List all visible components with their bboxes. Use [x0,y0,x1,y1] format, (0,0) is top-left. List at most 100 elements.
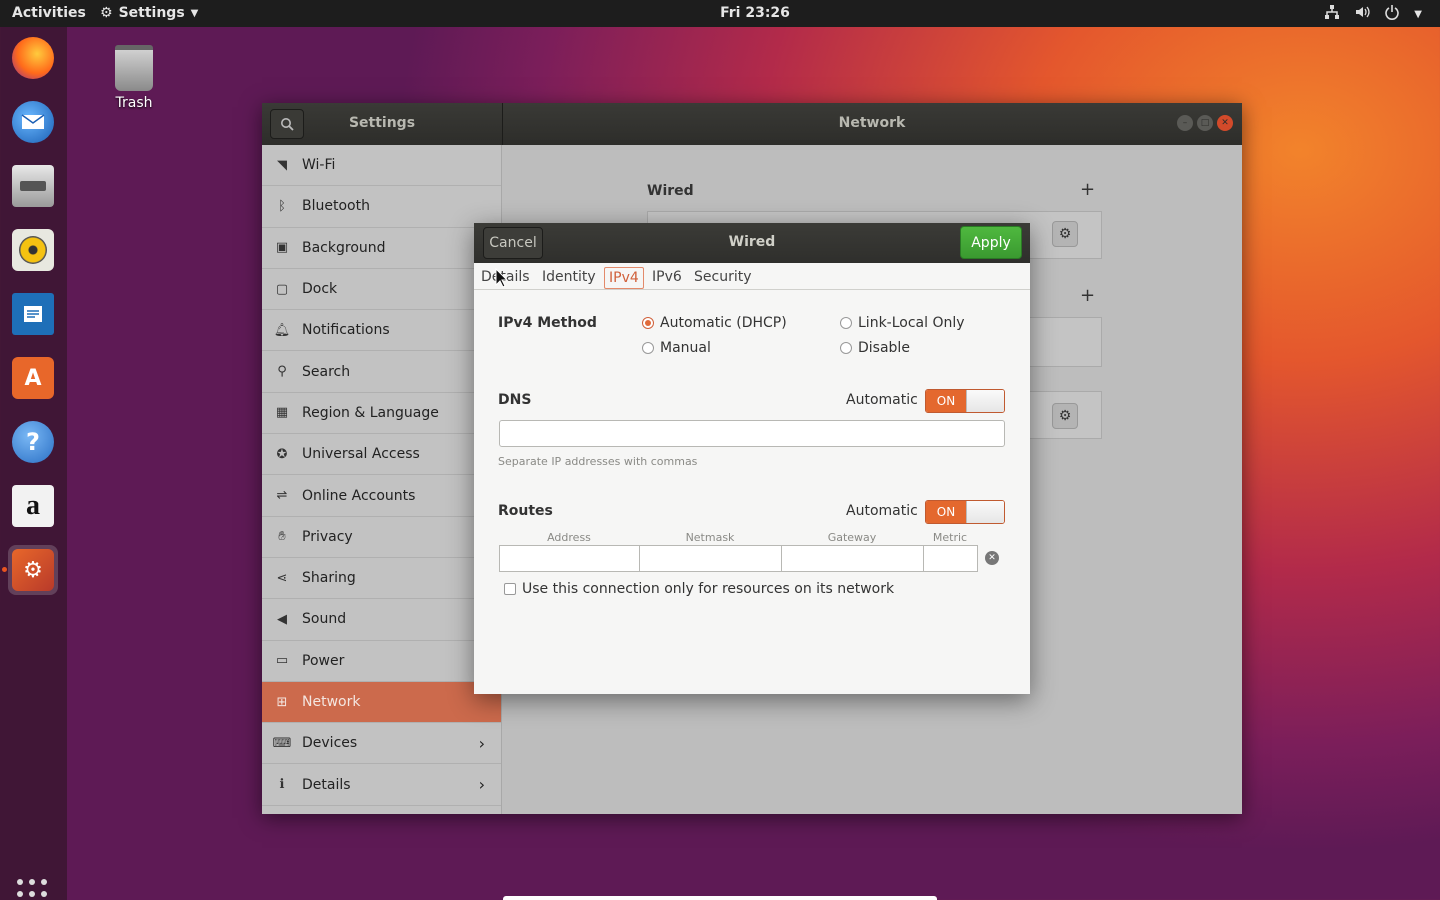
sidebar-item-label: Network [302,694,361,710]
libreoffice-writer-icon [12,293,54,335]
sidebar-item-details[interactable]: ℹ Details › [262,764,501,806]
ipv4-method-label: IPv4 Method [498,315,597,331]
column-header-gateway: Gateway [827,531,877,544]
toggle-knob [966,390,1004,412]
dns-automatic-toggle[interactable]: ON [925,389,1005,413]
sidebar-item-privacy[interactable]: ✋︎ Privacy [262,517,501,558]
dock-rhythmbox[interactable] [8,225,58,275]
sidebar-item-label: Bluetooth [302,198,370,215]
resources-only-checkbox[interactable]: Use this connection only for resources o… [504,581,894,597]
dock-software[interactable]: A [8,353,58,403]
sidebar-item-sound[interactable]: ◀︎ Sound [262,599,501,641]
add-wired-button[interactable]: + [1080,179,1095,200]
network-icon [1324,4,1340,24]
sidebar-item-devices[interactable]: ⌨ Devices › [262,723,501,765]
sidebar-item-sharing[interactable]: ⋖ Sharing [262,558,501,600]
dock-thunderbird[interactable] [8,97,58,147]
sidebar-item-search[interactable]: ⚲ Search [262,351,501,393]
clock[interactable]: Fri 23:26 [0,5,1440,21]
files-icon [12,165,54,207]
sidebar-item-bluetooth[interactable]: ᛒ Bluetooth [262,186,501,228]
tab-identity[interactable]: Identity [538,267,600,289]
sidebar-item-online-accounts[interactable]: ⇌ Online Accounts [262,475,501,517]
sidebar-item-power[interactable]: ▭ Power [262,641,501,682]
bottom-edge-bar [503,896,937,900]
minimize-button[interactable]: – [1177,115,1193,131]
dock-settings[interactable]: ⚙ [8,545,58,595]
routes-automatic-toggle[interactable]: ON [925,500,1005,524]
region-icon: ▦ [275,405,289,421]
route-metric-input[interactable] [923,545,978,572]
accessibility-icon: ✪ [276,446,288,462]
sidebar-item-notifications[interactable]: 🔔︎ Notifications [262,310,501,352]
radio-indicator [642,342,654,354]
tab-ipv4[interactable]: IPv4 [604,267,644,289]
sidebar-item-label: Region & Language [302,404,439,421]
radio-indicator [840,317,852,329]
top-bar: Activities ⚙ Settings ▼ Fri 23:26 ▼ [0,0,1440,27]
proxy-settings-button[interactable]: ⚙ [1052,403,1078,429]
radio-manual[interactable]: Manual [642,340,711,356]
wired-dialog: Cancel Wired Apply Details Identity IPv4… [474,223,1030,694]
maximize-button[interactable]: □ [1197,115,1213,131]
dock-amazon[interactable]: a [8,481,58,531]
wifi-icon: ◥ [277,157,287,173]
route-address-input[interactable] [499,545,640,572]
power-icon [1384,4,1400,24]
route-gateway-input[interactable] [781,545,924,572]
firefox-icon [12,37,54,79]
sidebar-item-label: Devices [302,735,358,752]
settings-icon: ⚙ [12,549,54,591]
column-header-address: Address [547,531,591,544]
dock-help[interactable]: ? [8,417,58,467]
add-vpn-button[interactable]: + [1080,285,1095,306]
sidebar-item-universal-access[interactable]: ✪ Universal Access [262,434,501,476]
dock-firefox[interactable] [8,33,58,83]
radio-indicator [840,342,852,354]
tab-security[interactable]: Security [690,267,756,289]
desktop-trash[interactable]: Trash [104,45,164,111]
chevron-right-icon: › [478,733,485,753]
sidebar-item-wifi[interactable]: ◥ Wi-Fi [262,145,501,187]
sidebar-item-region[interactable]: ▦ Region & Language [262,393,501,435]
radio-link-local[interactable]: Link-Local Only [840,315,965,331]
toggle-on-label: ON [926,501,966,523]
software-center-icon: A [12,357,54,399]
wired-settings-button[interactable]: ⚙ [1052,221,1078,247]
route-netmask-input[interactable] [639,545,782,572]
dock-files[interactable] [8,161,58,211]
panel-title: Network [838,115,906,131]
sidebar-item-label: Universal Access [302,446,420,463]
sidebar-item-dock[interactable]: ▢ Dock [262,269,501,311]
radio-label: Automatic (DHCP) [660,315,787,331]
close-button[interactable]: ✕ [1217,115,1233,131]
apply-button[interactable]: Apply [960,226,1022,259]
amazon-icon: a [12,485,54,527]
settings-header: Settings Network – □ ✕ [262,103,1242,145]
tab-ipv6[interactable]: IPv6 [648,267,686,289]
radio-disable[interactable]: Disable [840,340,910,356]
route-delete-button[interactable]: ✕ [985,551,999,565]
trash-label: Trash [115,95,153,111]
sidebar-item-label: Power [302,652,345,669]
dialog-title: Wired [728,234,776,250]
sidebar-item-background[interactable]: ▣ Background [262,228,501,269]
column-header-netmask: Netmask [685,531,735,544]
wired-section-label: Wired [647,183,694,199]
dock-writer[interactable] [8,289,58,339]
system-tray[interactable]: ▼ [1324,4,1422,24]
radio-automatic-dhcp[interactable]: Automatic (DHCP) [642,315,787,331]
sidebar-item-label: Online Accounts [302,487,416,504]
share-icon: ⋖ [276,570,288,586]
gear-icon: ⚙ [1058,408,1072,424]
toggle-on-label: ON [926,390,966,412]
chevron-down-icon: ▼ [1414,8,1422,20]
sidebar-item-label: Sound [302,611,347,628]
sidebar-item-label: Dock [302,281,338,298]
radio-indicator [642,317,654,329]
show-applications-button[interactable] [17,879,49,900]
sidebar-item-label: Details [302,776,351,793]
background-icon: ▣ [275,240,289,256]
dns-input[interactable] [499,420,1005,447]
sidebar-item-network[interactable]: ⊞ Network [262,681,501,724]
